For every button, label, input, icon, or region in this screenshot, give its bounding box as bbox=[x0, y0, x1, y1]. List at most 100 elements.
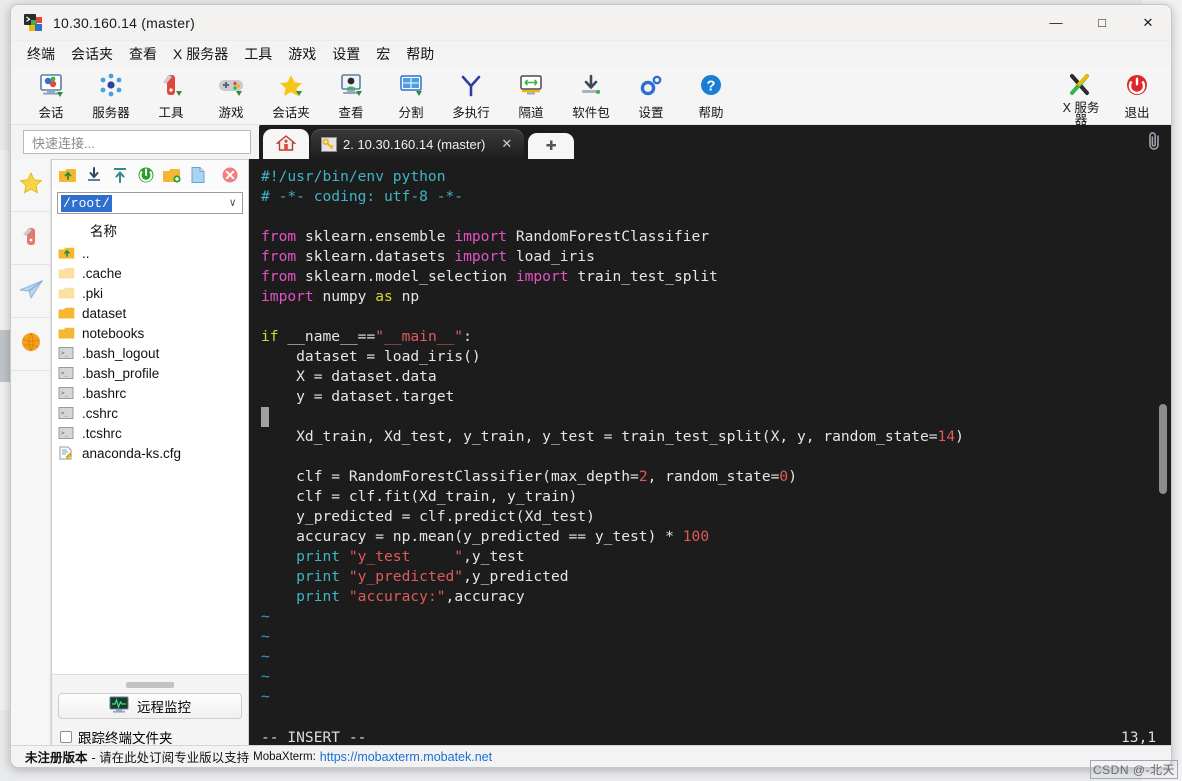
list-item[interactable]: notebooks bbox=[58, 323, 248, 343]
tunneling-icon bbox=[517, 71, 545, 101]
toolbar-servers-button[interactable]: 服务器 bbox=[81, 69, 141, 121]
sftp-column-header: 名称 bbox=[52, 217, 248, 243]
maximize-button[interactable]: □ bbox=[1079, 5, 1125, 41]
list-item[interactable]: >_ .cshrc bbox=[58, 403, 248, 423]
session-tab-label: 2. 10.30.160.14 (master) bbox=[343, 137, 485, 152]
remote-monitoring-button[interactable]: 远程监控 bbox=[58, 693, 242, 719]
menu-macros[interactable]: 宏 bbox=[368, 41, 398, 67]
menu-help[interactable]: 帮助 bbox=[398, 41, 442, 67]
split-icon bbox=[397, 71, 425, 101]
menu-games[interactable]: 游戏 bbox=[280, 41, 324, 67]
home-tab[interactable] bbox=[263, 129, 309, 159]
mobaxterm-icon bbox=[24, 14, 44, 32]
terminal-line: from sklearn.datasets import load_iris bbox=[261, 247, 1171, 267]
terminal-text: from bbox=[261, 228, 296, 245]
terminal-text: , random_state= bbox=[648, 468, 780, 485]
toolbar-help-button[interactable]: ? 帮助 bbox=[681, 69, 741, 121]
sftp-path-input[interactable]: /root/ ∨ bbox=[57, 192, 243, 214]
toolbar-sessions-folder-label: 会话夹 bbox=[272, 102, 310, 121]
list-item[interactable]: >_ .bash_profile bbox=[58, 363, 248, 383]
globe-icon bbox=[18, 330, 44, 359]
sftp-splitter-handle[interactable] bbox=[126, 682, 174, 688]
terminal-scrollbar-thumb[interactable] bbox=[1159, 404, 1167, 494]
follow-terminal-folder-label: 跟踪终端文件夹 bbox=[78, 727, 173, 747]
toolbar-tunneling-button[interactable]: 隔道 bbox=[501, 69, 561, 121]
list-item[interactable]: >_ .tcshrc bbox=[58, 423, 248, 443]
script-file-icon: >_ bbox=[58, 366, 76, 380]
terminal-text: sklearn.datasets bbox=[296, 248, 454, 265]
terminal-text: sklearn.ensemble bbox=[296, 228, 454, 245]
session-tab[interactable]: 2. 10.30.160.14 (master) ✕ bbox=[311, 129, 524, 159]
svg-text:>_: >_ bbox=[61, 370, 69, 377]
refresh-icon[interactable] bbox=[135, 164, 157, 186]
list-item[interactable]: >_ .bashrc bbox=[58, 383, 248, 403]
title-bar: 10.30.160.14 (master) — □ ✕ bbox=[11, 5, 1171, 41]
home-icon bbox=[276, 134, 296, 155]
toolbar-settings-button[interactable]: 设置 bbox=[621, 69, 681, 121]
terminal-line: print "accuracy:",accuracy bbox=[261, 587, 1171, 607]
menu-xserver[interactable]: X 服务器 bbox=[165, 41, 236, 67]
session-tab-close-icon[interactable]: ✕ bbox=[501, 136, 512, 152]
tools-icon bbox=[157, 71, 185, 101]
menu-sessions-folder[interactable]: 会话夹 bbox=[63, 41, 121, 67]
toolbar-games-button[interactable]: 游戏 bbox=[201, 69, 261, 121]
minimize-button[interactable]: — bbox=[1033, 5, 1079, 41]
list-item[interactable]: dataset bbox=[58, 303, 248, 323]
toolbar-view-button[interactable]: 查看 bbox=[321, 69, 381, 121]
help-icon: ? bbox=[697, 71, 725, 101]
list-item[interactable]: .pki bbox=[58, 283, 248, 303]
menu-tools[interactable]: 工具 bbox=[236, 41, 280, 67]
menu-settings[interactable]: 设置 bbox=[324, 41, 368, 67]
terminal-text: from bbox=[261, 248, 296, 265]
terminal-line: ~ bbox=[261, 627, 1171, 647]
list-item[interactable]: >_ .bash_logout bbox=[58, 343, 248, 363]
toolbar-tools-button[interactable]: 工具 bbox=[141, 69, 201, 121]
quick-connect-input[interactable]: 快速连接... bbox=[23, 130, 251, 154]
download-icon[interactable] bbox=[83, 164, 105, 186]
new-tab-button[interactable]: ✚ bbox=[528, 133, 574, 159]
toolbar-packages-button[interactable]: 软件包 bbox=[561, 69, 621, 121]
toolbar-packages-label: 软件包 bbox=[572, 102, 610, 121]
terminal-text: sklearn.model_selection bbox=[296, 268, 516, 285]
follow-terminal-folder-checkbox[interactable] bbox=[60, 731, 72, 743]
terminal-text: ,y_test bbox=[463, 548, 525, 565]
sidebar-sftp[interactable] bbox=[11, 265, 51, 318]
list-item[interactable]: .cache bbox=[58, 263, 248, 283]
terminal-text: ) bbox=[955, 428, 964, 445]
terminal-text: print bbox=[261, 588, 349, 605]
terminal-text: "accuracy:" bbox=[349, 588, 446, 605]
go-up-icon[interactable] bbox=[57, 164, 79, 186]
script-file-icon: >_ bbox=[58, 346, 76, 360]
new-folder-icon[interactable] bbox=[161, 164, 183, 186]
toolbar-multiexec-button[interactable]: 多执行 bbox=[441, 69, 501, 121]
list-item-label: .bashrc bbox=[82, 386, 126, 401]
toolbar-session-button[interactable]: 会话 bbox=[21, 69, 81, 121]
menu-view[interactable]: 查看 bbox=[121, 41, 165, 67]
toolbar-xserver-button[interactable]: X 服务器 bbox=[1053, 69, 1109, 126]
toolbar-help-label: 帮助 bbox=[698, 102, 723, 121]
terminal-line: dataset = load_iris() bbox=[261, 347, 1171, 367]
toolbar-split-button[interactable]: 分割 bbox=[381, 69, 441, 121]
sidebar-macros[interactable] bbox=[11, 318, 51, 371]
list-item[interactable]: .. bbox=[58, 243, 248, 263]
close-button[interactable]: ✕ bbox=[1125, 5, 1171, 41]
main-toolbar: 会话 服务器 工具 bbox=[11, 67, 1171, 125]
delete-icon[interactable] bbox=[219, 164, 241, 186]
chevron-down-icon[interactable]: ∨ bbox=[229, 196, 236, 210]
menu-terminal[interactable]: 终端 bbox=[19, 41, 63, 67]
sidebar-sessions[interactable] bbox=[11, 159, 51, 212]
terminal-text: ~ bbox=[261, 608, 270, 625]
upload-icon[interactable] bbox=[109, 164, 131, 186]
toolbar-sessions-folder-button[interactable]: 会话夹 bbox=[261, 69, 321, 121]
toolbar-games-label: 游戏 bbox=[218, 102, 243, 121]
paperclip-icon[interactable] bbox=[1145, 131, 1163, 156]
terminal-scrollbar[interactable] bbox=[1161, 159, 1169, 754]
list-item[interactable]: anaconda-ks.cfg bbox=[58, 443, 248, 463]
sidebar-tools[interactable] bbox=[11, 212, 51, 265]
mobaxterm-link[interactable]: https://mobaxterm.mobatek.net bbox=[320, 750, 492, 764]
new-file-icon[interactable] bbox=[187, 164, 209, 186]
brand-label: MobaXterm: bbox=[253, 751, 316, 763]
terminal-pane[interactable]: #!/usr/bin/env python# -*- coding: utf-8… bbox=[249, 159, 1171, 754]
toolbar-exit-button[interactable]: 退出 bbox=[1109, 69, 1165, 126]
terminal-text: y_predicted = clf.predict(Xd_test) bbox=[261, 508, 595, 525]
